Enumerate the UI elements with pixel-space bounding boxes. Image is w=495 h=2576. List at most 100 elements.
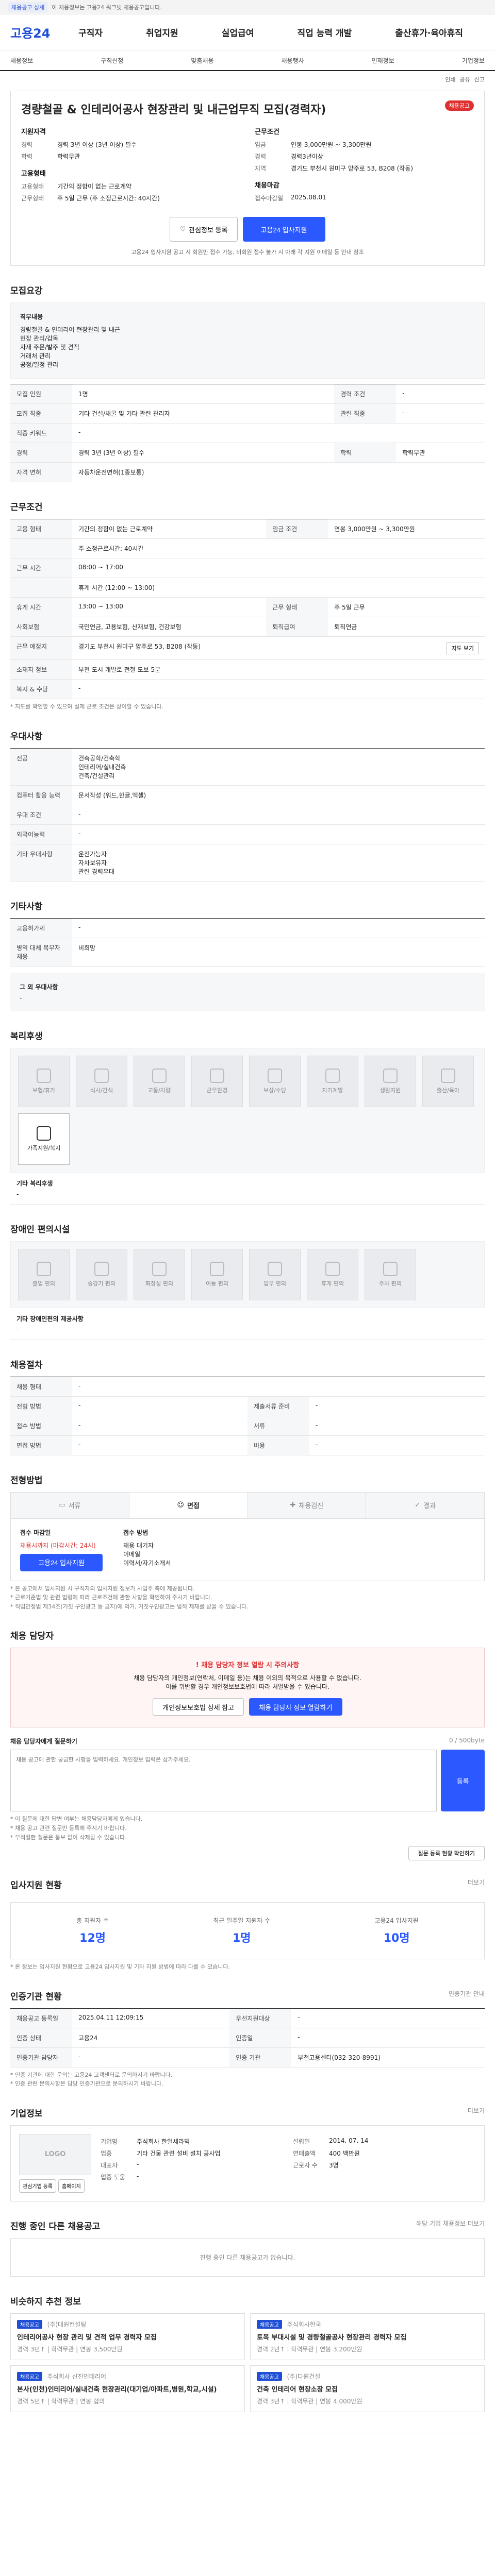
- job-tag: 채용공고: [444, 100, 474, 111]
- summary-label: 고용형태: [21, 183, 44, 190]
- table-row: 인증 상태 고용24 인증일 -: [10, 2028, 485, 2048]
- stat-value: 1명: [232, 1932, 251, 1945]
- benefit-label: 교통/차량: [147, 1087, 171, 1094]
- gnb-item[interactable]: 실업급여: [218, 26, 258, 39]
- gnb-item[interactable]: 취업지원: [142, 26, 183, 39]
- row-value: 문서작성 (워드,한글,엑셀): [72, 785, 485, 805]
- row-value: -: [396, 403, 485, 423]
- subnav-item[interactable]: 기업정보: [462, 56, 485, 65]
- method-tabs: ▭ 서류 ☺ 면접 ✚ 채용검진 ✓ 결과: [10, 1492, 485, 1519]
- tab-label: 결과: [423, 1502, 436, 1511]
- stat-value: 12명: [79, 1932, 106, 1945]
- related-job-card[interactable]: 채용공고 (주)대원컨설팅 인테리어공사 현장 관리 및 견적 업무 경력자 모…: [10, 2313, 245, 2360]
- privacy-detail-button[interactable]: 개인정보보호법 상세 참고: [153, 1698, 244, 1716]
- facility-card: 업무 편의: [249, 1248, 301, 1300]
- method-item: 채용 대기자: [123, 1541, 154, 1549]
- row-value: -: [72, 824, 485, 844]
- company-section: 기업정보 더보기 LOGO 관심기업 등록 홈페이지 기업명 주식회사 한일세라믹…: [10, 2106, 485, 2201]
- row-value: -: [291, 2028, 485, 2048]
- related-job-card[interactable]: 채용공고 주식회사한국 토목 부대시설 및 경량철골공사 현장관리 경력자 모집…: [250, 2313, 485, 2360]
- row-value: -: [72, 1416, 248, 1436]
- row-label: 소재지 정보: [10, 659, 72, 680]
- subnav-item[interactable]: 채용행사: [281, 56, 304, 65]
- row-label: 퇴직급여: [266, 617, 328, 637]
- interest-company-button[interactable]: 관심기업 등록: [19, 2179, 56, 2193]
- row-value: -: [72, 2047, 230, 2067]
- summary-label: 경력: [21, 141, 33, 148]
- sub-nav: 채용정보 구직신청 맞춤채용 채용행사 인재정보 기업정보: [0, 50, 495, 71]
- stats-more-link[interactable]: 더보기: [468, 1878, 485, 1897]
- row-value: -: [72, 918, 485, 938]
- subnav-item[interactable]: 구직신청: [101, 56, 123, 65]
- company-more-link[interactable]: 더보기: [468, 2106, 485, 2125]
- related-job-list: 채용공고 (주)대원컨설팅 인테리어공사 현장 관리 및 견적 업무 경력자 모…: [10, 2313, 485, 2412]
- tab-checkup[interactable]: ✚ 채용검진: [248, 1492, 367, 1518]
- print-button[interactable]: 인쇄: [445, 75, 455, 83]
- row-label: 근무 형태: [266, 597, 328, 617]
- inquiry-textarea[interactable]: [10, 1750, 437, 1812]
- summary-left-heading: 고용형태: [21, 170, 46, 178]
- more-jobs-link[interactable]: 해당 기업 채용정보 더보기: [416, 2219, 485, 2238]
- inquiry-status-button[interactable]: 질문 등록 현황 확인하기: [408, 1846, 485, 1861]
- job-desc-line: 자재 주문/발주 및 견적: [20, 344, 79, 351]
- report-button[interactable]: 신고: [474, 75, 485, 83]
- scrap-button-label: 관심정보 등록: [189, 226, 228, 234]
- section-title: 인증기관 현황: [10, 1991, 62, 2002]
- row-value: 기타 건설/채굴 및 기타 관련 관리자: [72, 403, 335, 423]
- row-value: 기간의 정함이 없는 근로계약: [72, 519, 267, 539]
- office-icon: [210, 1068, 224, 1083]
- summary-right-heading: 근무조건: [255, 128, 279, 136]
- table-row: 우대 조건 -: [10, 805, 485, 825]
- gnb-item[interactable]: 출산휴가·육아휴직: [391, 26, 467, 39]
- table-row: 병역 대체 복무자 채용 비희망: [10, 938, 485, 967]
- row-label: 우대 조건: [10, 805, 72, 825]
- section-title: 기업정보: [10, 2108, 43, 2119]
- show-contact-button[interactable]: 채용 담당자 정보 열람하기: [249, 1698, 342, 1716]
- tab-result[interactable]: ✓ 결과: [366, 1493, 484, 1518]
- row-value: -: [309, 1435, 485, 1455]
- related-job-card[interactable]: 채용공고 (주)다원건설 건축 인테리어 현장소장 모집 경력 3년↑ | 학력…: [250, 2365, 485, 2412]
- gnb-item[interactable]: 직업 능력 개발: [293, 26, 356, 39]
- company-label: 기업명: [101, 2138, 118, 2145]
- row-value: 08:00 ~ 17:00: [72, 558, 485, 578]
- table-row: 사회보험 국민연금, 고용보험, 산재보험, 건강보험 퇴직급여 퇴직연금: [10, 617, 485, 637]
- elevator-icon: [94, 1261, 109, 1276]
- inquiry-submit-button[interactable]: 등록: [441, 1750, 485, 1812]
- related-job-card[interactable]: 채용공고 주식회사 신진인테리어 본사(인천)인테리어/실내건축 현장관리(대기…: [10, 2365, 245, 2412]
- job-desc-line: 경량철골 & 인테리어 현장관리 및 내근: [20, 326, 121, 333]
- job-desc-line: 거래처 관리: [20, 352, 51, 360]
- table-row: 고용 형태 기간의 정함이 없는 근로계약 임금 조건 연봉 3,000만원 ~…: [10, 519, 485, 539]
- subnav-item[interactable]: 맞춤채용: [191, 56, 213, 65]
- stat-item: 고용24 입사지원 10명: [374, 1916, 418, 1945]
- share-button[interactable]: 공유: [460, 75, 470, 83]
- job-card-detail: 경력 3년↑ | 학력무관 | 연봉 4,000만원: [257, 2397, 362, 2405]
- row-label: 임금 조건: [266, 519, 328, 539]
- process-table: 채용 형태 - 전형 방법 - 제출서류 준비 - 접수 방법 - 서류 - 면접 방법 - 비용…: [10, 1376, 485, 1455]
- apply-button-secondary[interactable]: 고용24 입사지원: [20, 1553, 103, 1571]
- summary-label: 임금: [255, 141, 267, 148]
- section-title: 모집요강: [10, 286, 43, 296]
- map-button[interactable]: 지도 보기: [447, 642, 478, 654]
- tab-label: 면접: [187, 1502, 200, 1511]
- apply-button[interactable]: 고용24 입사지원: [242, 217, 325, 242]
- row-value: 2025.04.11 12:09:15: [72, 2008, 230, 2028]
- table-row: 주 소정근로시간: 40시간: [10, 538, 485, 558]
- tab-interview[interactable]: ☺ 면접: [129, 1492, 248, 1518]
- page-footer: [10, 2432, 485, 2464]
- site-logo[interactable]: 고용24: [10, 23, 57, 41]
- scrap-button[interactable]: ♡ 관심정보 등록: [170, 217, 238, 242]
- meal-icon: [94, 1068, 109, 1083]
- section-title: 입사지원 현황: [10, 1880, 62, 1891]
- gnb-item[interactable]: 구직자: [74, 26, 107, 39]
- job-pill: 채용공고: [257, 2319, 282, 2329]
- row-label: [10, 538, 72, 558]
- result-icon: ✓: [415, 1501, 421, 1510]
- row-label: 사회보험: [10, 617, 72, 637]
- company-value: 2014. 07. 14: [329, 2137, 369, 2144]
- summary-value: 학력무관: [57, 153, 80, 160]
- agency-more-link[interactable]: 인증기관 안내: [449, 1989, 485, 2008]
- subnav-item[interactable]: 인재정보: [372, 56, 394, 65]
- subnav-item[interactable]: 채용정보: [10, 56, 33, 65]
- tab-document[interactable]: ▭ 서류: [11, 1492, 129, 1518]
- homepage-button[interactable]: 홈페이지: [58, 2179, 85, 2193]
